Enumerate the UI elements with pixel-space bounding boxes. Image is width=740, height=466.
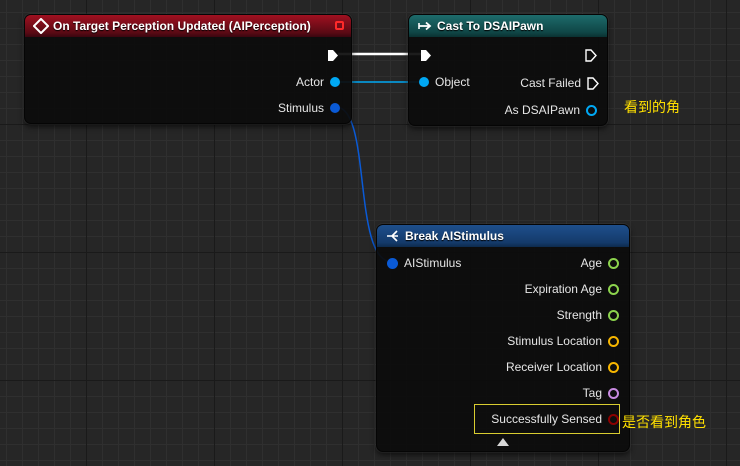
- name-pin-icon[interactable]: [608, 387, 619, 399]
- pin-as-dsaipawn[interactable]: As DSAIPawn: [505, 102, 597, 118]
- pin-strength-label: Strength: [556, 308, 602, 322]
- pin-cast-failed-label: Cast Failed: [520, 76, 581, 90]
- exec-out-pin[interactable]: [327, 49, 338, 61]
- pin-aistimulus[interactable]: AIStimulus: [387, 255, 461, 271]
- pin-age[interactable]: Age: [581, 255, 619, 271]
- event-node-header[interactable]: On Target Perception Updated (AIPercepti…: [25, 15, 351, 37]
- pin-actor[interactable]: Actor: [296, 74, 340, 90]
- pin-age-label: Age: [580, 256, 602, 270]
- float-pin-icon[interactable]: [608, 309, 619, 321]
- pin-as-dsaipawn-label: As DSAIPawn: [504, 103, 580, 117]
- event-diamond-icon: [32, 17, 50, 35]
- cast-arrow-icon: [417, 18, 433, 34]
- pin-tag-label: Tag: [582, 386, 602, 400]
- break-node-title: Break AIStimulus: [405, 229, 504, 243]
- pin-cast-failed[interactable]: Cast Failed: [520, 75, 599, 91]
- pin-stimulus[interactable]: Stimulus: [278, 100, 340, 116]
- float-pin-icon[interactable]: [608, 257, 619, 269]
- object-pin-icon[interactable]: [419, 77, 429, 87]
- pin-receiver-location[interactable]: Receiver Location: [506, 359, 619, 375]
- exec-out-pin[interactable]: [585, 49, 597, 62]
- struct-pin-icon[interactable]: [387, 257, 398, 269]
- pin-stimulus-location-label: Stimulus Location: [507, 334, 602, 348]
- object-pin-icon[interactable]: [586, 104, 597, 116]
- pin-object[interactable]: Object: [419, 74, 470, 90]
- cast-node-dsaipawn[interactable]: Cast To DSAIPawn Object Cast Failed As D…: [408, 14, 608, 126]
- event-node-title: On Target Perception Updated (AIPercepti…: [53, 19, 311, 33]
- annotation-seen-character: 看到的角: [624, 100, 680, 116]
- pin-stimulus-location[interactable]: Stimulus Location: [507, 333, 619, 349]
- pin-actor-label: Actor: [295, 75, 324, 89]
- event-node-on-target-perception-updated[interactable]: On Target Perception Updated (AIPercepti…: [24, 14, 352, 124]
- stop-icon[interactable]: [335, 21, 344, 30]
- pin-object-label: Object: [435, 75, 470, 89]
- pin-stimulus-label: Stimulus: [277, 101, 324, 115]
- pin-receiver-location-label: Receiver Location: [505, 360, 602, 374]
- pin-expiration-age-label: Expiration Age: [524, 282, 602, 296]
- vector-pin-icon[interactable]: [608, 361, 619, 373]
- break-node-header[interactable]: Break AIStimulus: [377, 225, 629, 247]
- struct-pin-icon[interactable]: [330, 103, 340, 113]
- collapse-arrow-icon[interactable]: [497, 438, 509, 446]
- vector-pin-icon[interactable]: [608, 335, 619, 347]
- exec-out-pin[interactable]: [587, 77, 599, 90]
- cast-node-header[interactable]: Cast To DSAIPawn: [409, 15, 607, 37]
- exec-in-pin[interactable]: [420, 49, 431, 61]
- float-pin-icon[interactable]: [608, 283, 619, 295]
- pin-expiration-age[interactable]: Expiration Age: [525, 281, 619, 297]
- object-pin-icon[interactable]: [330, 77, 340, 87]
- annotation-highlight-box: [474, 404, 620, 434]
- pin-aistimulus-label: AIStimulus: [404, 256, 462, 270]
- cast-node-title: Cast To DSAIPawn: [437, 19, 544, 33]
- pin-tag[interactable]: Tag: [583, 385, 619, 401]
- break-struct-icon: [385, 228, 401, 244]
- pin-strength[interactable]: Strength: [557, 307, 619, 323]
- annotation-sensed-character: 是否看到角色: [622, 415, 706, 431]
